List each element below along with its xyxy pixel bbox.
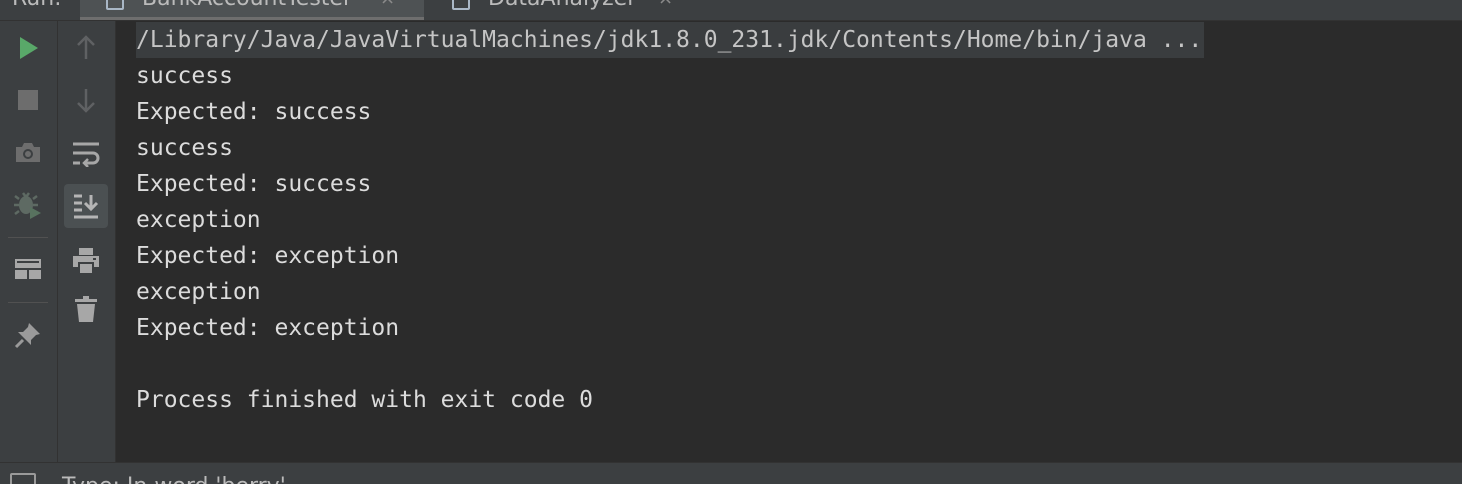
rerun-icon bbox=[20, 37, 38, 59]
down-arrow-icon bbox=[77, 89, 95, 113]
console-line: success bbox=[136, 63, 233, 89]
run-config-icon bbox=[106, 0, 124, 10]
console-line: Expected: exception bbox=[136, 243, 400, 269]
tab-title: BankAccountTester bbox=[142, 0, 352, 11]
soft-wrap-icon bbox=[73, 142, 100, 167]
console-line: Expected: exception bbox=[136, 315, 400, 341]
stop-icon bbox=[18, 90, 38, 110]
up-arrow-icon bbox=[77, 35, 95, 59]
scroll-to-end-button[interactable] bbox=[64, 184, 108, 228]
tab-dataanalyzer[interactable]: DataAnalyzer × bbox=[440, 0, 700, 20]
debug-icon bbox=[14, 192, 41, 219]
close-icon[interactable]: × bbox=[380, 0, 395, 9]
console-line: Expected: success bbox=[136, 171, 372, 197]
console-line: Expected: success bbox=[136, 99, 372, 125]
toolbar-divider bbox=[8, 302, 48, 303]
rerun-button[interactable] bbox=[6, 26, 50, 70]
console-line: exception bbox=[136, 207, 261, 233]
stop-button[interactable] bbox=[6, 78, 50, 122]
run-config-icon bbox=[452, 0, 470, 10]
tab-bankaccounttester[interactable]: BankAccountTester × bbox=[80, 0, 424, 20]
camera-icon bbox=[16, 143, 40, 162]
status-text: Type: In word 'berry' bbox=[62, 474, 286, 484]
run-label: Run: bbox=[12, 0, 62, 11]
scroll-to-end-icon bbox=[74, 194, 99, 219]
console-output[interactable]: /Library/Java/JavaVirtualMachines/jdk1.8… bbox=[116, 21, 1462, 462]
console-line: exception bbox=[136, 279, 261, 305]
run-tab-bar: Run: BankAccountTester × DataAnalyzer × bbox=[0, 0, 1462, 21]
soft-wrap-button[interactable] bbox=[64, 132, 108, 176]
status-bar: Type: In word 'berry' bbox=[0, 462, 1462, 484]
toggle-panel-icon[interactable] bbox=[10, 473, 36, 484]
dump-threads-button[interactable] bbox=[6, 130, 50, 174]
console-line: success bbox=[136, 135, 233, 161]
pin-icon bbox=[14, 323, 40, 349]
run-actions-toolbar bbox=[0, 21, 58, 462]
debug-button[interactable] bbox=[6, 182, 50, 226]
java-command-line[interactable]: /Library/Java/JavaVirtualMachines/jdk1.8… bbox=[136, 22, 1205, 58]
layout-icon bbox=[15, 259, 41, 279]
close-icon[interactable]: × bbox=[658, 0, 673, 9]
clear-all-button[interactable] bbox=[64, 287, 108, 331]
print-button[interactable] bbox=[64, 239, 108, 283]
pin-tab-button[interactable] bbox=[6, 313, 50, 357]
previous-occurrence-button[interactable] bbox=[64, 26, 108, 70]
tab-title: DataAnalyzer bbox=[488, 0, 636, 11]
console-actions-toolbar bbox=[58, 21, 116, 462]
trash-icon bbox=[75, 296, 97, 322]
run-tool-window: Run: BankAccountTester × DataAnalyzer × bbox=[0, 0, 1462, 484]
next-occurrence-button[interactable] bbox=[64, 78, 108, 122]
toolbar-divider bbox=[8, 237, 48, 238]
print-icon bbox=[73, 248, 99, 275]
restore-layout-button[interactable] bbox=[6, 247, 50, 291]
exit-code-line: Process finished with exit code 0 bbox=[136, 387, 593, 413]
